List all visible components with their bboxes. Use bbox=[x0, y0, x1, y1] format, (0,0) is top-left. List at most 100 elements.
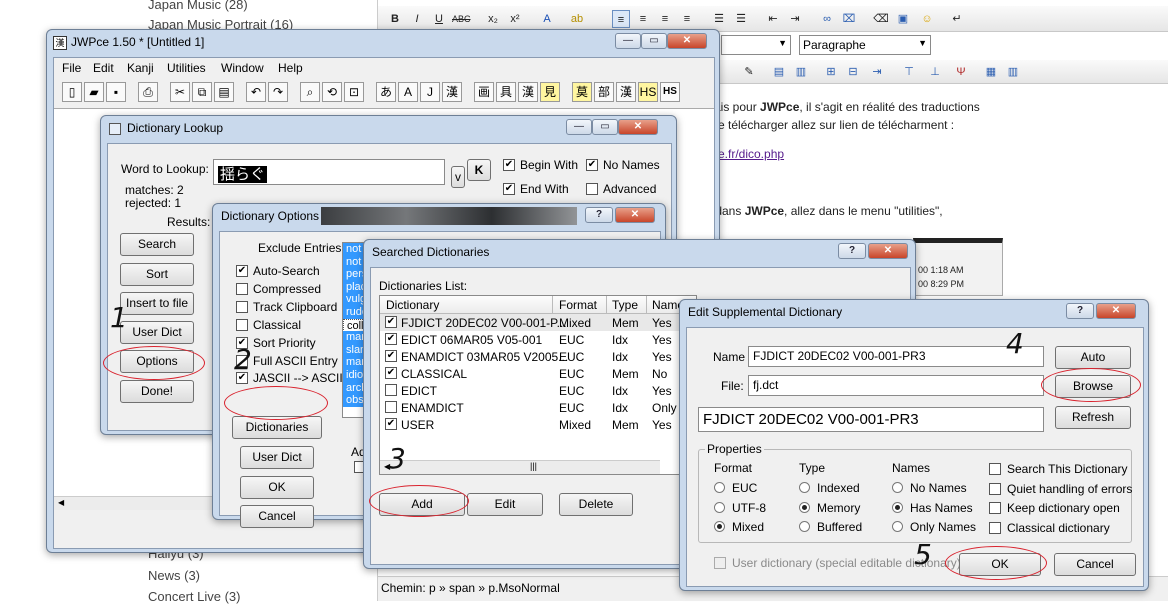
italic-icon[interactable]: I bbox=[408, 10, 426, 28]
close-button[interactable]: ✕ bbox=[618, 119, 658, 135]
align-right-icon[interactable]: ≡ bbox=[656, 10, 674, 28]
edit-button[interactable]: Edit bbox=[467, 493, 543, 516]
cancel-button[interactable]: Cancel bbox=[240, 505, 314, 528]
view-kanji-icon[interactable]: 莫 bbox=[572, 82, 592, 102]
column-header[interactable]: Type bbox=[612, 298, 638, 312]
ok-button[interactable]: OK bbox=[240, 476, 314, 499]
merge-cell-icon[interactable]: ⊤ bbox=[900, 63, 918, 81]
begin-with-checkbox[interactable]: ✔ bbox=[503, 159, 515, 171]
redo-icon[interactable]: ↷ bbox=[268, 82, 288, 102]
ascii-mode-icon[interactable]: A bbox=[398, 82, 418, 102]
dico-link[interactable]: e.fr/dico.php bbox=[718, 147, 784, 161]
paragraph-format-select[interactable]: Paragraphe ▼ bbox=[799, 35, 931, 55]
menu-kanji[interactable]: Kanji bbox=[127, 61, 154, 75]
minimize-button[interactable]: — bbox=[566, 119, 592, 135]
table-props-icon[interactable]: Ψ bbox=[952, 63, 970, 81]
property-checkbox[interactable] bbox=[989, 522, 1001, 535]
user-dict-button[interactable]: User Dict bbox=[240, 446, 314, 469]
find-next-icon[interactable]: ⊡ bbox=[344, 82, 364, 102]
menu-window[interactable]: Window bbox=[221, 61, 264, 75]
menu-edit[interactable]: Edit bbox=[93, 61, 114, 75]
hiragana-mode-icon[interactable]: あ bbox=[376, 82, 396, 102]
row-checkbox[interactable]: ✔ bbox=[385, 418, 397, 430]
paste-icon[interactable]: ▤ bbox=[214, 82, 234, 102]
horizontal-scrollbar[interactable]: ◀ ||| bbox=[380, 460, 660, 474]
row-checkbox[interactable] bbox=[385, 384, 397, 396]
scroll-left-icon[interactable]: ◀ bbox=[58, 498, 64, 507]
image-icon[interactable]: ▣ bbox=[894, 10, 912, 28]
jascii-mode-icon[interactable]: J bbox=[420, 82, 440, 102]
table-row[interactable]: ✔ FJDICT 20DEC02 V00-001-P... Mixed Mem Yes bbox=[380, 314, 696, 331]
radical-lookup-icon[interactable]: 画 bbox=[474, 82, 494, 102]
save-icon[interactable]: ▪ bbox=[106, 82, 126, 102]
justify-icon[interactable]: ≡ bbox=[678, 10, 696, 28]
eraser-icon[interactable]: ⌫ bbox=[872, 10, 890, 28]
cancel-button[interactable]: Cancel bbox=[1054, 553, 1136, 576]
line-break-icon[interactable]: ↵ bbox=[948, 10, 966, 28]
copy-icon[interactable]: ⧉ bbox=[192, 82, 212, 102]
outdent-icon[interactable]: ⇤ bbox=[764, 10, 782, 28]
no-names-checkbox[interactable]: ✔ bbox=[586, 159, 598, 171]
category-link[interactable]: Japan Music (28) bbox=[148, 0, 248, 12]
dictionary-icon[interactable]: 漢 bbox=[518, 82, 538, 102]
unlink-icon[interactable]: ⌧ bbox=[840, 10, 858, 28]
align-left-icon[interactable]: ≡ bbox=[612, 10, 630, 28]
count-kanji-icon[interactable]: HS bbox=[638, 82, 658, 102]
bushu-icon[interactable]: 部 bbox=[594, 82, 614, 102]
style-select[interactable]: ▼ bbox=[721, 35, 791, 55]
table-row[interactable]: ✔ ENAMDICT 03MAR05 V2005... EUC Idx Yes bbox=[380, 348, 696, 365]
user-dict-button[interactable]: User Dict bbox=[120, 321, 194, 344]
category-link[interactable]: News (3) bbox=[148, 568, 200, 583]
scroll-thumb-grip-icon[interactable]: ||| bbox=[530, 461, 537, 471]
skip-icon[interactable]: 漢 bbox=[616, 82, 636, 102]
superscript-icon[interactable]: x² bbox=[506, 10, 524, 28]
indent-icon[interactable]: ⇥ bbox=[786, 10, 804, 28]
undo-icon[interactable]: ↶ bbox=[246, 82, 266, 102]
row-checkbox[interactable]: ✔ bbox=[385, 350, 397, 362]
advanced-checkbox[interactable] bbox=[586, 183, 598, 195]
column-header[interactable]: Dictionary bbox=[386, 298, 439, 312]
cut-icon[interactable]: ✂ bbox=[170, 82, 190, 102]
maximize-button[interactable]: ▭ bbox=[592, 119, 618, 135]
new-file-icon[interactable]: ▯ bbox=[62, 82, 82, 102]
table-row[interactable]: EDICT EUC Idx Yes bbox=[380, 382, 696, 399]
done-button[interactable]: Done! bbox=[120, 380, 194, 403]
subscript-icon[interactable]: x₂ bbox=[484, 10, 502, 28]
highlight-icon[interactable]: ab bbox=[568, 10, 586, 28]
help-button[interactable]: ? bbox=[838, 243, 866, 259]
strikethrough-icon[interactable]: ABC bbox=[452, 10, 471, 28]
hs-icon[interactable]: HS bbox=[660, 82, 680, 102]
kanji-lookup-icon[interactable]: 具 bbox=[496, 82, 516, 102]
property-checkbox[interactable] bbox=[989, 463, 1001, 475]
table-row[interactable]: ✔ EDICT 06MAR05 V05-001 EUC Idx Yes bbox=[380, 331, 696, 348]
replace-icon[interactable]: ⟲ bbox=[322, 82, 342, 102]
end-with-checkbox[interactable]: ✔ bbox=[503, 183, 515, 195]
sort-button[interactable]: Sort bbox=[120, 263, 194, 286]
number-list-icon[interactable]: ☰ bbox=[732, 10, 750, 28]
property-checkbox[interactable] bbox=[989, 502, 1001, 515]
property-checkbox[interactable] bbox=[989, 482, 1001, 495]
table-row[interactable]: ✔ CLASSICAL EUC Mem No bbox=[380, 365, 696, 382]
search-icon[interactable]: ⌕ bbox=[300, 82, 320, 102]
grid-icon[interactable]: ▦ bbox=[982, 63, 1000, 81]
menu-file[interactable]: File bbox=[62, 61, 81, 75]
row-checkbox[interactable]: ✔ bbox=[385, 316, 397, 328]
option-checkbox[interactable] bbox=[236, 282, 248, 295]
delete-button[interactable]: Delete bbox=[559, 493, 633, 516]
close-button[interactable]: ✕ bbox=[1096, 303, 1136, 319]
split-cell-icon[interactable]: ⇥ bbox=[868, 63, 886, 81]
align-center-icon[interactable]: ≡ bbox=[634, 10, 652, 28]
kanji-mode-icon[interactable]: 漢 bbox=[442, 82, 462, 102]
close-button[interactable]: ✕ bbox=[667, 33, 707, 49]
underline-icon[interactable]: U bbox=[430, 10, 448, 28]
help-button[interactable]: ? bbox=[1066, 303, 1094, 319]
row-checkbox[interactable] bbox=[385, 401, 397, 413]
verb-button[interactable]: v bbox=[451, 166, 465, 188]
bullet-list-icon[interactable]: ☰ bbox=[710, 10, 728, 28]
close-button[interactable]: ✕ bbox=[615, 207, 655, 223]
insert-row-icon[interactable]: ⊞ bbox=[822, 63, 840, 81]
table-row[interactable]: ✔ USER Mixed Mem Yes bbox=[380, 416, 696, 433]
highlight-kanji-icon[interactable]: 見 bbox=[540, 82, 560, 102]
print-icon[interactable]: ⎙ bbox=[138, 82, 158, 102]
dictionaries-list[interactable]: Dictionary Format Type Name ✔ FJDICT 20DE… bbox=[379, 295, 697, 475]
